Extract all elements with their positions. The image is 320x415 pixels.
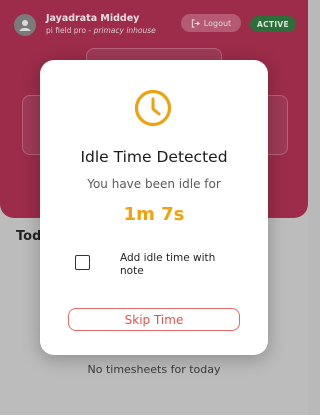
idle-time-dialog: Idle Time Detected You have been idle fo…	[40, 60, 268, 355]
app-screen: Jayadrata Middey pi field pro - primacy …	[0, 0, 308, 415]
dialog-subtitle: You have been idle for	[87, 177, 221, 191]
add-idle-note-label[interactable]: Add idle time with note	[120, 252, 240, 277]
clock-icon	[134, 89, 172, 127]
add-idle-note-checkbox[interactable]	[75, 255, 90, 270]
skip-time-button[interactable]: Skip Time	[68, 308, 240, 331]
dialog-title: Idle Time Detected	[80, 148, 228, 166]
idle-duration: 1m 7s	[123, 204, 185, 225]
